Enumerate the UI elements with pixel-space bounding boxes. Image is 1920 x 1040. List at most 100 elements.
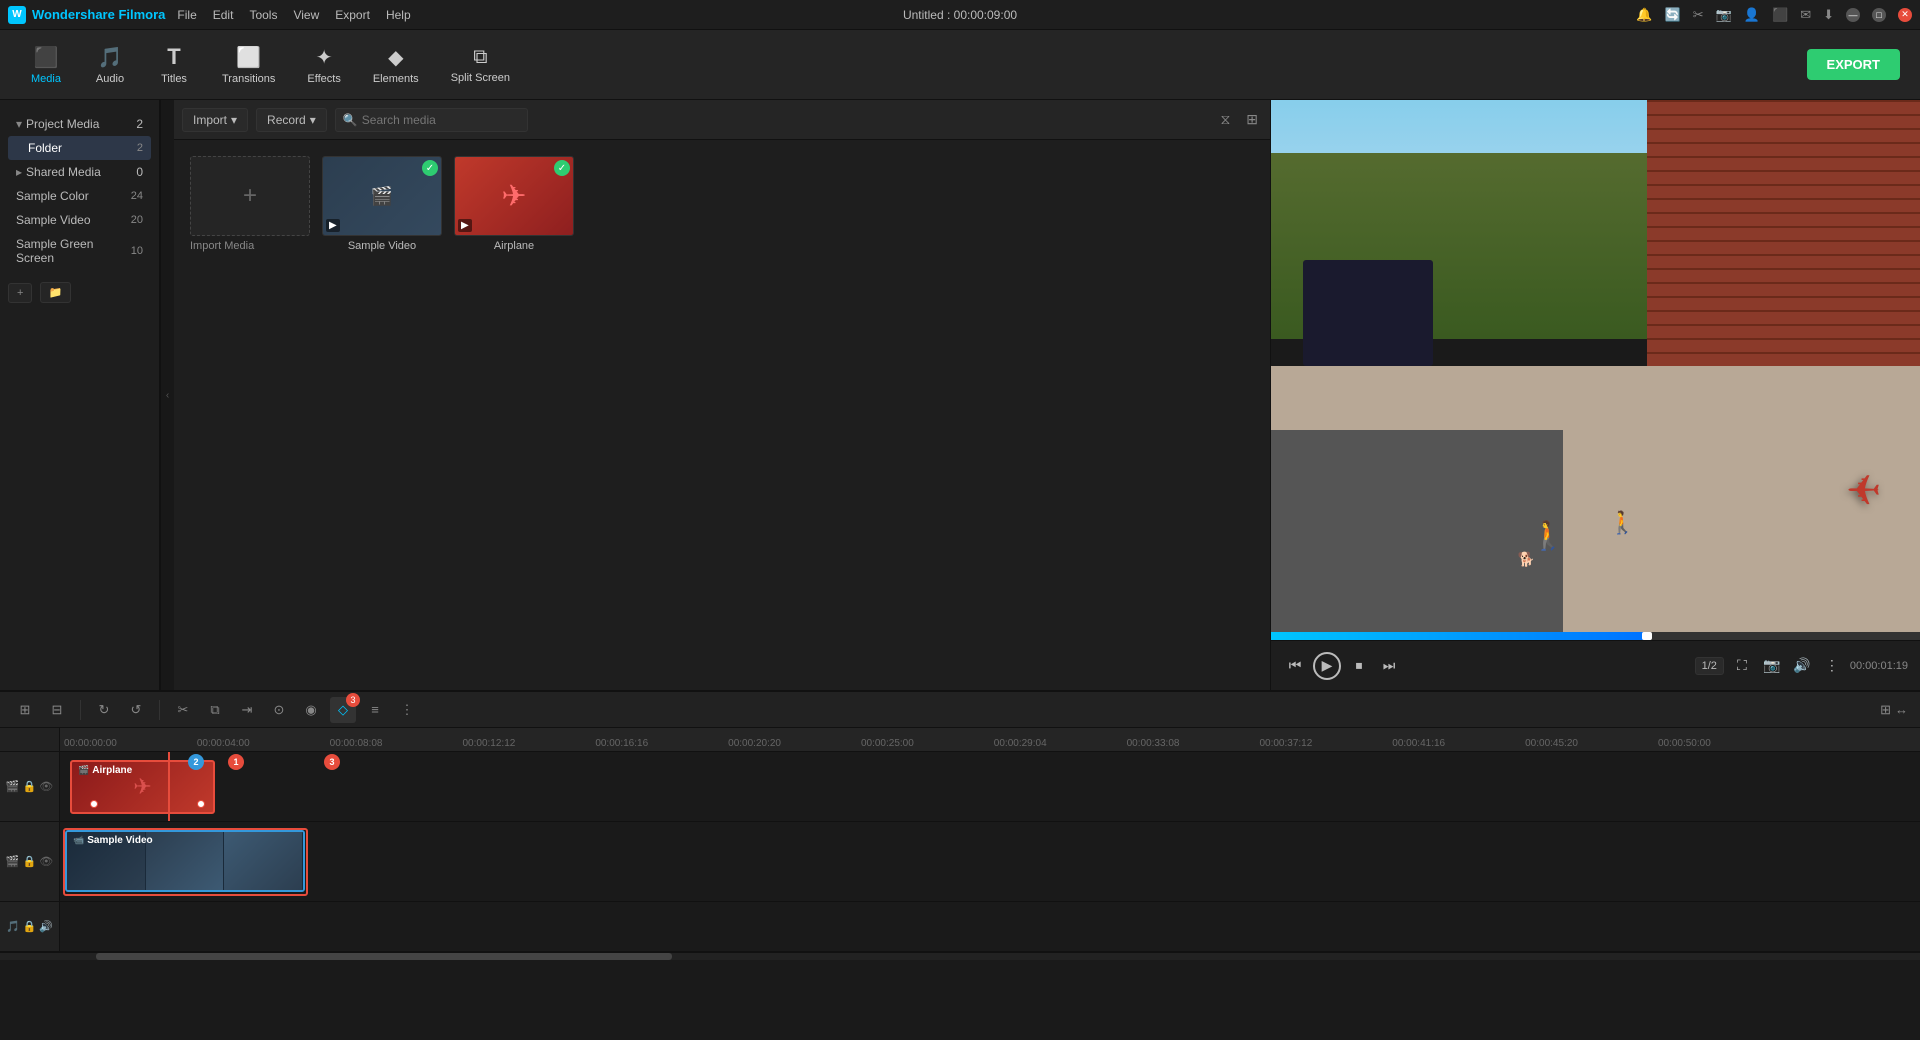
tool-effects-label: Effects — [307, 73, 340, 85]
import-media-thumb[interactable]: + — [190, 156, 310, 236]
titlebar-icon-2[interactable]: 🔄 — [1665, 7, 1681, 23]
grid-icon[interactable]: ⊞ — [1242, 109, 1262, 130]
timeline-more-btn[interactable]: ⋮ — [394, 697, 420, 723]
sample-video-type-icon: ▶ — [326, 219, 340, 232]
split-screen-icon: ⧉ — [473, 46, 487, 69]
preview-volume-btn[interactable]: 🔊 — [1790, 654, 1814, 678]
tool-titles[interactable]: T Titles — [144, 38, 204, 91]
tool-elements[interactable]: ◆ Elements — [359, 39, 433, 91]
preview-skip-back-btn[interactable]: ⏮ — [1283, 654, 1307, 678]
main-area: ▾ Project Media 2 Folder 2 ▸ Shared Medi… — [0, 100, 1920, 690]
menu-help[interactable]: Help — [386, 8, 411, 22]
track-2-eye-icon[interactable]: 👁 — [39, 855, 53, 868]
window-close[interactable]: ✕ — [1898, 8, 1912, 22]
timeline-freeze-btn[interactable]: ◉ — [298, 697, 324, 723]
track-1-eye-icon[interactable]: 👁 — [39, 780, 53, 793]
titlebar-icon-1[interactable]: 🔔 — [1636, 7, 1652, 23]
preview-play-btn[interactable]: ▶ — [1313, 652, 1341, 680]
timeline-speed-btn[interactable]: ⊙ — [266, 697, 292, 723]
clip-sample-video-name: Sample Video — [87, 835, 152, 846]
search-input[interactable] — [335, 108, 528, 132]
menu-edit[interactable]: Edit — [213, 8, 234, 22]
timeline-sep-2 — [159, 700, 160, 720]
track-1-icons: 🎬 🔒 👁 — [6, 780, 53, 793]
track-audio-icons: 🎵 🔒 🔊 — [6, 920, 53, 933]
media-item-airplane[interactable]: ✈ ✓ ▶ Airplane — [454, 156, 574, 252]
tool-split-screen[interactable]: ⧉ Split Screen — [437, 40, 524, 90]
track-header-1: 🎬 🔒 👁 — [0, 752, 60, 821]
preview-road — [1271, 430, 1563, 632]
titlebar-icon-7[interactable]: ✉ — [1800, 7, 1811, 23]
track-body-2: 📹 Sample Video — [60, 822, 1920, 901]
import-media-item[interactable]: + Import Media — [190, 156, 310, 252]
window-minimize[interactable]: — — [1846, 8, 1860, 22]
media-item-sample-video[interactable]: 🎬 ✓ ▶ Sample Video — [322, 156, 442, 252]
sidebar-collapse-handle[interactable]: ‹ — [160, 100, 174, 690]
tool-transitions[interactable]: ⬜ Transitions — [208, 39, 289, 91]
preview-fullscreen-btn[interactable]: ⛶ — [1730, 654, 1754, 678]
timeline-add-media-btn[interactable]: ⊞ — [12, 697, 38, 723]
preview-stop-btn[interactable]: ⏹ — [1347, 654, 1371, 678]
transitions-icon: ⬜ — [236, 45, 261, 70]
menu-tools[interactable]: Tools — [249, 8, 277, 22]
timeline-horizontal-scrollbar[interactable] — [0, 952, 1920, 960]
ruler-mark-0: 00:00:00:00 — [60, 738, 197, 749]
timeline-undo-btn[interactable]: ↻ — [91, 697, 117, 723]
track-2-lock-icon[interactable]: 🔒 — [23, 855, 37, 868]
preview-timeline-bar[interactable] — [1271, 632, 1920, 640]
track-audio-vol-icon[interactable]: 🔊 — [39, 920, 53, 933]
clip-seg-3 — [224, 832, 303, 890]
menu-export[interactable]: Export — [335, 8, 370, 22]
record-btn[interactable]: Record ▾ — [256, 108, 327, 132]
preview-skip-forward-btn[interactable]: ⏭ — [1377, 654, 1401, 678]
track-audio-lock-icon[interactable]: 🔒 — [23, 920, 37, 933]
sidebar-sample-color-label: Sample Color — [16, 189, 131, 203]
sidebar-item-sample-green[interactable]: Sample Green Screen 10 — [8, 232, 151, 270]
filter-icon[interactable]: ⧖ — [1216, 109, 1234, 130]
sidebar-folder-btn[interactable]: 📁 — [40, 282, 72, 303]
tool-effects[interactable]: ✦ Effects — [293, 39, 354, 91]
sample-video-thumb[interactable]: 🎬 ✓ ▶ — [322, 156, 442, 236]
sidebar-item-shared-media[interactable]: ▸ Shared Media 0 — [8, 160, 151, 184]
timeline-keyframe-btn[interactable]: ◇ 3 — [330, 697, 356, 723]
titlebar-icon-5[interactable]: 👤 — [1744, 7, 1760, 23]
tool-audio[interactable]: 🎵 Audio — [80, 39, 140, 91]
sidebar-arrow-icon: ▾ — [16, 117, 22, 131]
sidebar-item-sample-video[interactable]: Sample Video 20 — [8, 208, 151, 232]
menu-file[interactable]: File — [177, 8, 196, 22]
preview-person-2: 🚶 — [1608, 510, 1635, 536]
titlebar-icon-6[interactable]: ⬛ — [1772, 7, 1788, 23]
keyframe-dot-1 — [90, 800, 98, 808]
timeline-cut-btn[interactable]: ✂ — [170, 697, 196, 723]
snap-icon[interactable]: ⊞ — [1880, 702, 1891, 718]
import-btn[interactable]: Import ▾ — [182, 108, 248, 132]
preview-snapshot-btn[interactable]: 📷 — [1760, 654, 1784, 678]
sidebar-item-sample-color[interactable]: Sample Color 24 — [8, 184, 151, 208]
export-button[interactable]: EXPORT — [1807, 49, 1900, 80]
preview-car — [1303, 260, 1433, 366]
timeline-audio-btn[interactable]: ≡ — [362, 697, 388, 723]
titlebar-icon-3[interactable]: ✂ — [1693, 7, 1704, 23]
track-audio-icon: 🎵 — [6, 920, 20, 933]
sidebar-group-project-media[interactable]: ▾ Project Media 2 — [8, 112, 151, 136]
airplane-thumb[interactable]: ✈ ✓ ▶ — [454, 156, 574, 236]
preview-progress-handle[interactable] — [1642, 632, 1652, 640]
titlebar-icon-4[interactable]: 📷 — [1716, 7, 1732, 23]
timeline-redo-btn[interactable]: ↺ — [123, 697, 149, 723]
snap-toggle[interactable]: ↔ — [1895, 702, 1908, 717]
timeline-add-track-btn[interactable]: ⊟ — [44, 697, 70, 723]
sidebar-new-folder-btn[interactable]: + — [8, 283, 32, 303]
scrollbar-thumb[interactable] — [96, 953, 672, 960]
title-bar: W Wondershare Filmora File Edit Tools Vi… — [0, 0, 1920, 30]
preview-quality-selector[interactable]: 1/2 — [1695, 657, 1724, 675]
timeline-crop-btn[interactable]: ⇥ — [234, 697, 260, 723]
track-1-lock-icon[interactable]: 🔒 — [23, 780, 37, 793]
tool-media[interactable]: ⬛ Media — [16, 39, 76, 91]
sidebar-item-folder[interactable]: Folder 2 — [8, 136, 151, 160]
preview-more-btn[interactable]: ⋮ — [1820, 654, 1844, 678]
timeline-copy-btn[interactable]: ⧉ — [202, 697, 228, 723]
titlebar-icon-8[interactable]: ⬇ — [1823, 7, 1834, 23]
timeline-clip-video[interactable]: 📹 Sample Video — [65, 830, 305, 892]
menu-view[interactable]: View — [293, 8, 319, 22]
window-maximize[interactable]: □ — [1872, 8, 1886, 22]
